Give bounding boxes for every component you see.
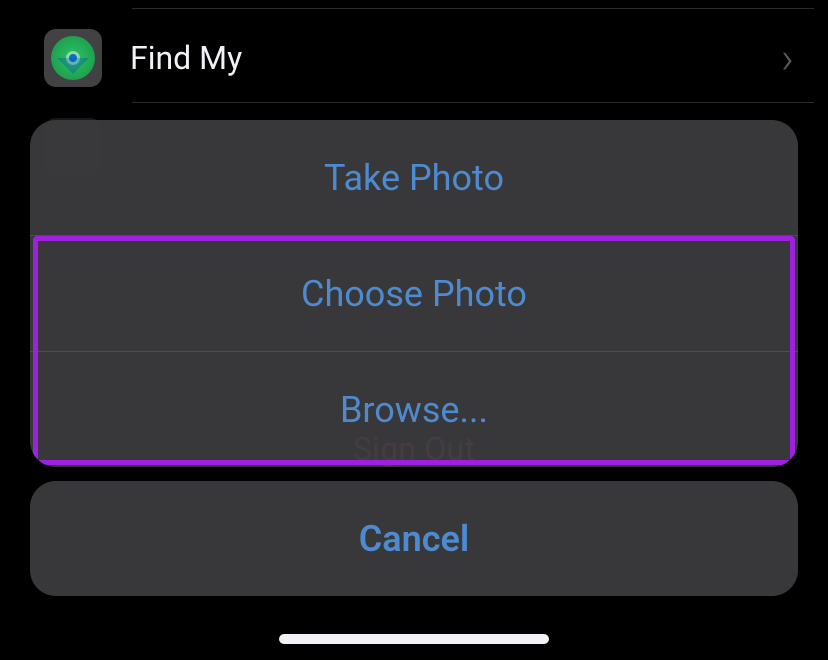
settings-row-findmy[interactable]: Find My › — [14, 14, 814, 102]
chevron-right-icon: › — [781, 36, 794, 80]
take-photo-button[interactable]: Take Photo — [30, 120, 798, 235]
action-sheet: Take Photo Choose Photo Browse... Cancel — [30, 120, 798, 596]
home-indicator[interactable] — [279, 634, 549, 644]
browse-button[interactable]: Browse... — [30, 352, 798, 467]
cancel-button[interactable]: Cancel — [30, 481, 798, 596]
action-sheet-group: Take Photo Choose Photo Browse... — [30, 120, 798, 467]
find-my-icon — [44, 29, 102, 87]
settings-row-label: Find My — [130, 39, 781, 77]
action-sheet-cancel-group: Cancel — [30, 481, 798, 596]
choose-photo-button[interactable]: Choose Photo — [30, 236, 798, 351]
list-divider — [132, 8, 814, 9]
